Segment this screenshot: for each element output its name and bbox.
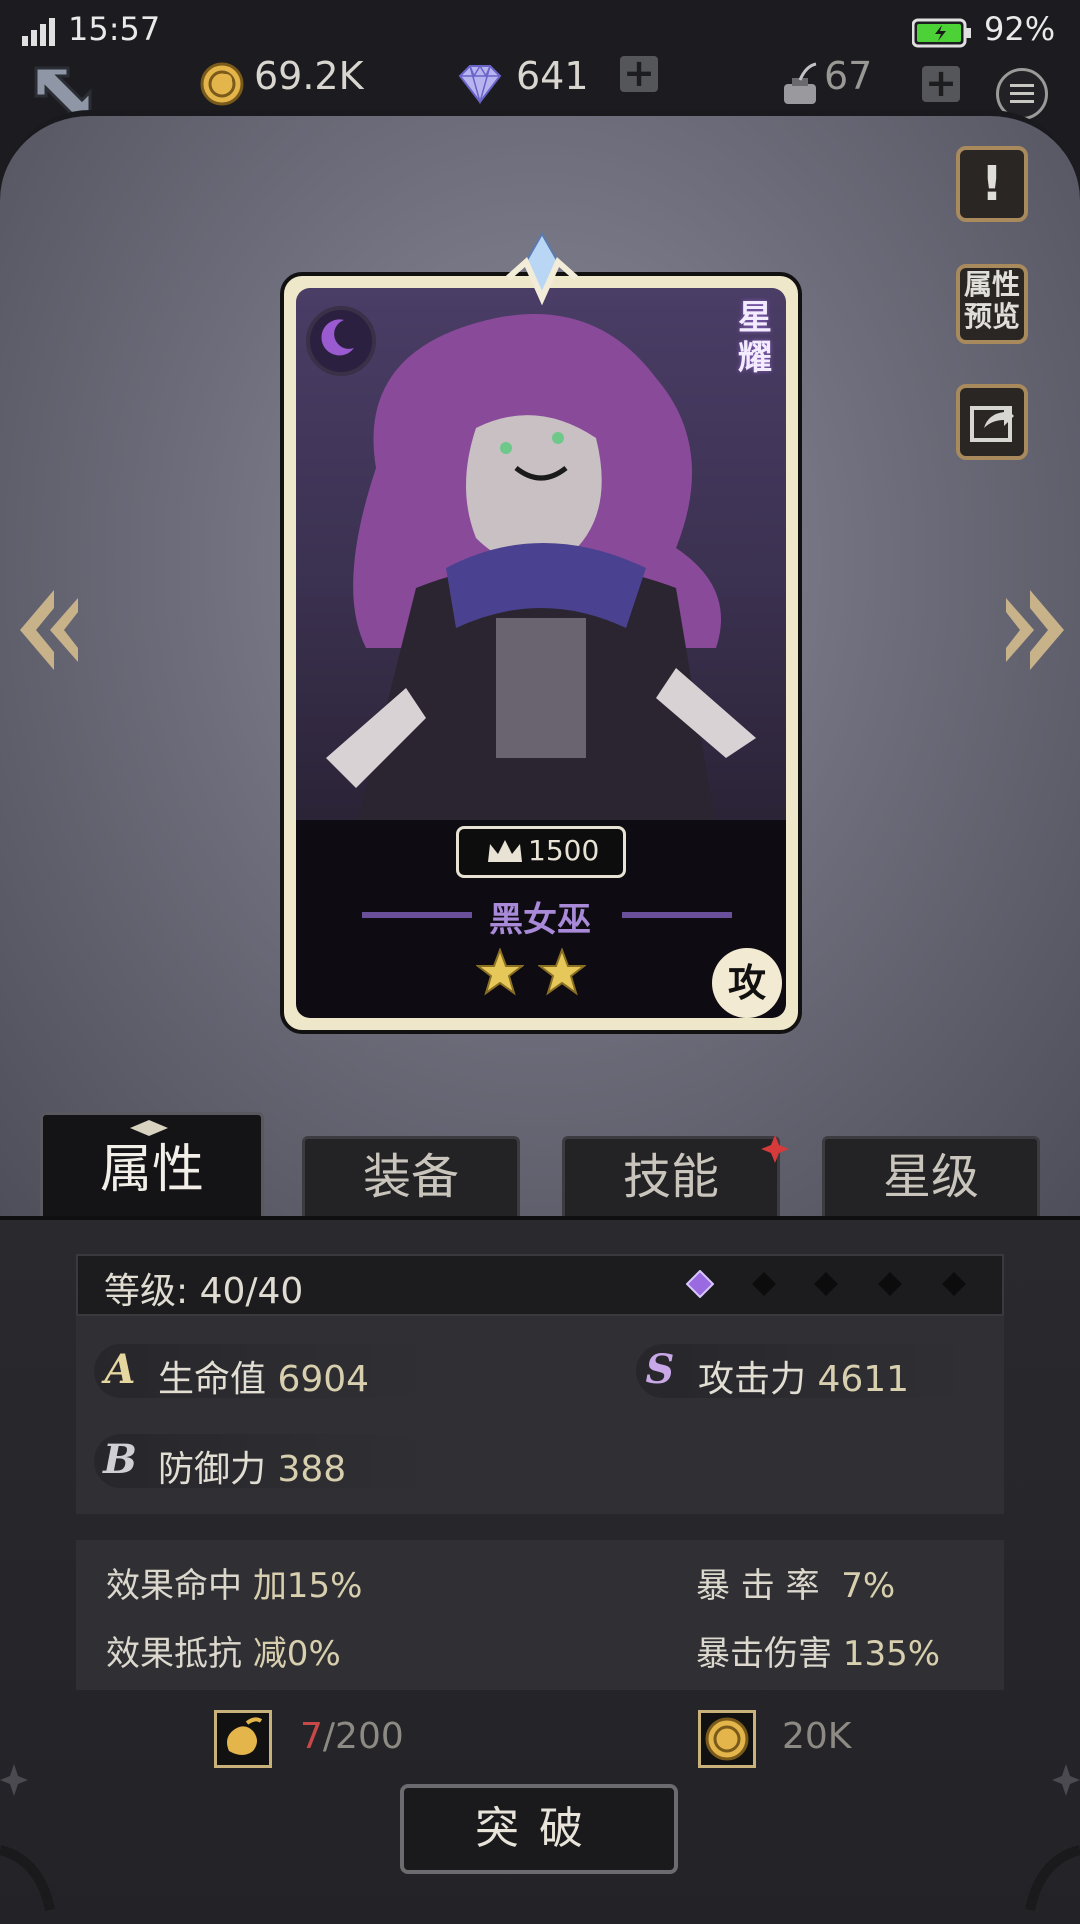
crown-icon <box>488 840 522 862</box>
diamond-value: 641 <box>516 54 589 98</box>
rank-badge-line-2: 耀 <box>738 338 772 378</box>
hero-portrait <box>296 288 786 828</box>
star-icon <box>538 948 586 996</box>
breakthrough-slot-empty-icon <box>752 1272 776 1296</box>
effect-resist-stat: 效果抵抗 减0% <box>106 1626 341 1675</box>
share-icon <box>970 406 1014 442</box>
corner-ornament-left <box>0 1764 55 1912</box>
grade-b-icon: B <box>103 1436 137 1483</box>
gold-coin-icon <box>705 1717 749 1761</box>
attack-type-badge: 攻 <box>712 948 782 1018</box>
crit-damage-label: 暴击伤害 <box>696 1634 832 1674</box>
hero-name: 黑女巫 <box>489 900 591 940</box>
stat-defense-label: 防御力 <box>158 1449 267 1490</box>
gold-value: 69.2K <box>254 54 364 98</box>
status-time: 15:57 <box>68 10 161 48</box>
star-icon <box>476 948 524 996</box>
gold-cost-slot <box>698 1710 756 1768</box>
rank-badge-line-1: 星 <box>738 298 772 338</box>
stat-hp-label: 生命值 <box>158 1359 267 1400</box>
diamond-icon <box>458 64 502 105</box>
next-hero-arrow[interactable] <box>1000 580 1070 680</box>
share-button[interactable] <box>956 384 1028 460</box>
material-have: 7 <box>300 1716 323 1757</box>
stat-attack-label: 攻击力 <box>698 1359 807 1400</box>
crit-damage-value: 135% <box>842 1634 941 1674</box>
breakthrough-slot-filled-icon <box>686 1270 714 1298</box>
grade-a-icon: A <box>104 1346 136 1393</box>
crit-rate-stat: 暴 击 率 7% <box>696 1558 895 1607</box>
info-icon: ! <box>981 156 1003 212</box>
tab-stars[interactable]: 星级 <box>822 1136 1040 1216</box>
breakthrough-button[interactable]: 突破 <box>400 1784 678 1874</box>
info-button[interactable]: ! <box>956 146 1028 222</box>
tab-skills[interactable]: 技能 <box>562 1136 780 1216</box>
signal-icon <box>22 18 55 46</box>
stat-defense-value: 388 <box>277 1449 347 1490</box>
effect-hit-label: 效果命中 <box>106 1566 242 1606</box>
add-diamonds-button[interactable]: + <box>620 54 658 92</box>
effect-hit-stat: 效果命中 加15% <box>106 1558 362 1607</box>
breakthrough-slot-empty-icon <box>942 1272 966 1296</box>
witch-illustration <box>326 314 756 828</box>
ink-value: 67 <box>824 54 873 98</box>
active-tab-marker-icon <box>130 1120 168 1136</box>
add-ink-button[interactable]: + <box>922 64 960 102</box>
stat-hp-value: 6904 <box>277 1359 370 1400</box>
attribute-preview-button[interactable]: 属性 预览 <box>956 264 1028 344</box>
ink-bottle-icon <box>784 62 817 104</box>
battery-icon <box>912 18 971 48</box>
material-icon <box>227 1717 263 1755</box>
gold-coin-icon <box>200 62 244 106</box>
crystal-crest-icon <box>506 232 578 306</box>
battery-percent: 92% <box>984 10 1056 48</box>
breakthrough-slot-empty-icon <box>878 1272 902 1296</box>
stat-attack-text: 攻击力 4611 <box>698 1350 909 1402</box>
effect-resist-label: 效果抵抗 <box>106 1634 242 1674</box>
material-need: /200 <box>322 1716 404 1757</box>
tab-equipment[interactable]: 装备 <box>302 1136 520 1216</box>
material-cost: 7/200 <box>300 1716 404 1757</box>
attribute-preview-label-2: 预览 <box>963 300 1020 333</box>
corner-ornament-right <box>1025 1764 1080 1912</box>
level-label: 等级: 40/40 <box>104 1271 304 1312</box>
effect-resist-value: 减0% <box>252 1634 341 1674</box>
breakthrough-slot-empty-icon <box>814 1272 838 1296</box>
gold-cost-value: 20K <box>782 1716 852 1757</box>
material-item-slot[interactable] <box>214 1710 272 1768</box>
stat-defense-text: 防御力 388 <box>158 1440 346 1492</box>
crit-rate-label: 暴 击 率 <box>696 1566 820 1606</box>
crit-damage-stat: 暴击伤害 135% <box>696 1626 940 1675</box>
rank-badge: 星 耀 <box>734 298 776 378</box>
power-value: 1500 <box>528 834 600 867</box>
crit-rate-value: 7% <box>841 1566 896 1606</box>
new-notification-icon <box>761 1135 789 1163</box>
stat-hp-text: 生命值 6904 <box>158 1350 369 1402</box>
grade-s-icon: S <box>645 1346 675 1393</box>
attribute-preview-label-1: 属性 <box>963 268 1020 301</box>
stat-attack-value: 4611 <box>817 1359 910 1400</box>
effect-hit-value: 加15% <box>252 1566 363 1606</box>
moon-faction-icon <box>306 306 376 376</box>
previous-hero-arrow[interactable] <box>14 580 84 680</box>
